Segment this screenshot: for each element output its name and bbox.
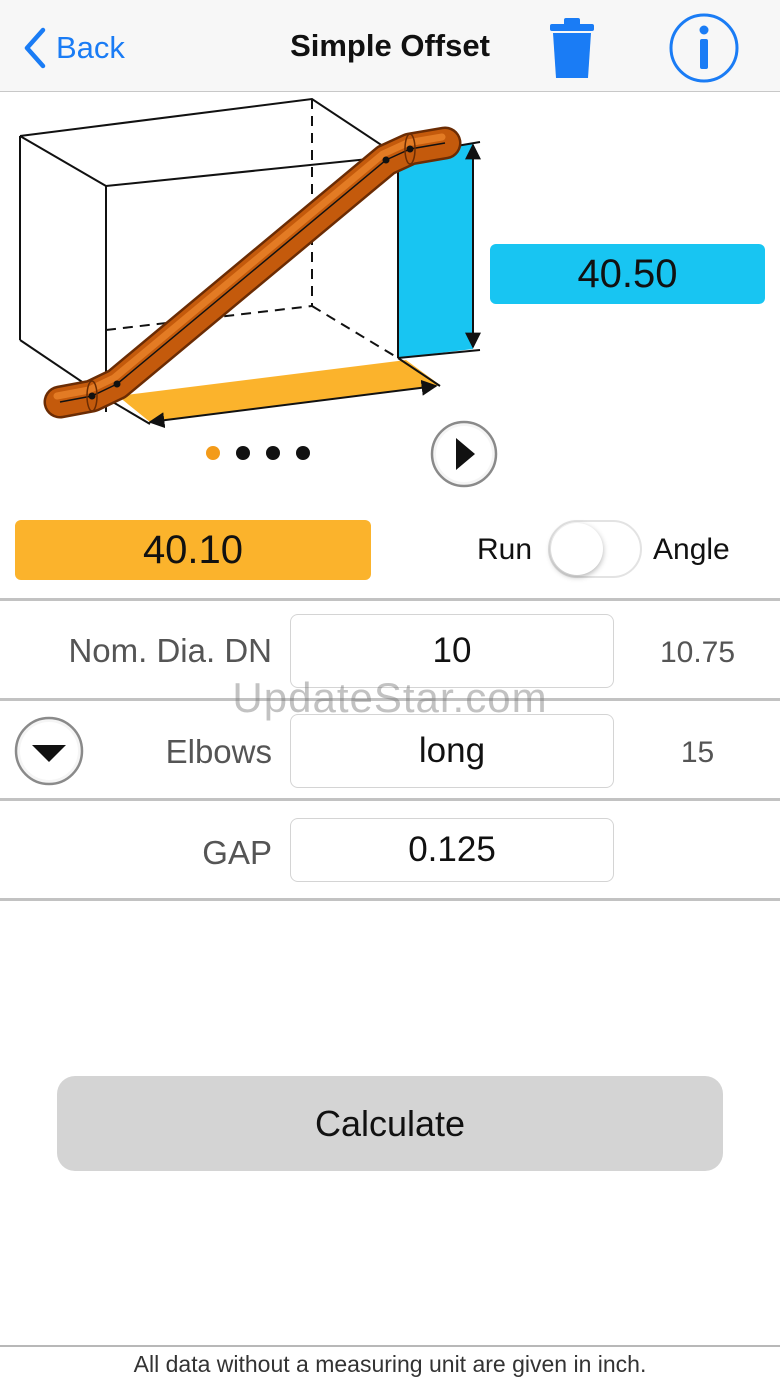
page-dot[interactable]	[236, 446, 250, 460]
elbows-radius-value: 15	[680, 736, 715, 769]
page-dot[interactable]	[206, 446, 220, 460]
diameter-label: Nom. Dia. DN	[68, 632, 272, 669]
footer-divider	[0, 1345, 780, 1347]
trash-icon[interactable]	[548, 18, 596, 80]
play-right-icon[interactable]	[430, 420, 498, 488]
gap-input[interactable]: 0.125	[290, 818, 614, 882]
height-value-field[interactable]: 40.50	[490, 244, 765, 304]
back-button[interactable]: Back	[22, 24, 125, 72]
dropdown-arrow-icon[interactable]	[14, 716, 84, 786]
calculate-button[interactable]: Calculate	[57, 1076, 723, 1171]
divider	[0, 598, 780, 601]
elbows-input[interactable]: long	[290, 714, 614, 788]
run-value-field[interactable]: 40.10	[15, 520, 371, 580]
diameter-input[interactable]: 10	[290, 614, 614, 688]
toggle-angle-label: Angle	[653, 533, 730, 566]
toggle-knob	[551, 523, 603, 575]
divider	[0, 798, 780, 801]
chevron-left-icon	[24, 27, 46, 69]
page-indicator[interactable]	[206, 446, 310, 460]
divider	[0, 898, 780, 901]
back-label: Back	[56, 30, 125, 65]
page-dot[interactable]	[296, 446, 310, 460]
toggle-run-label: Run	[477, 533, 533, 566]
diameter-od-value: 10.75	[659, 636, 736, 669]
page-dot[interactable]	[266, 446, 280, 460]
nav-bar: Back Simple Offset	[0, 0, 780, 92]
elbows-label: Elbows	[165, 733, 272, 770]
gap-label: GAP	[202, 834, 272, 871]
run-angle-toggle[interactable]	[548, 520, 642, 578]
info-icon[interactable]	[668, 12, 740, 84]
units-note: All data without a measuring unit are gi…	[133, 1351, 647, 1377]
divider	[0, 698, 780, 701]
